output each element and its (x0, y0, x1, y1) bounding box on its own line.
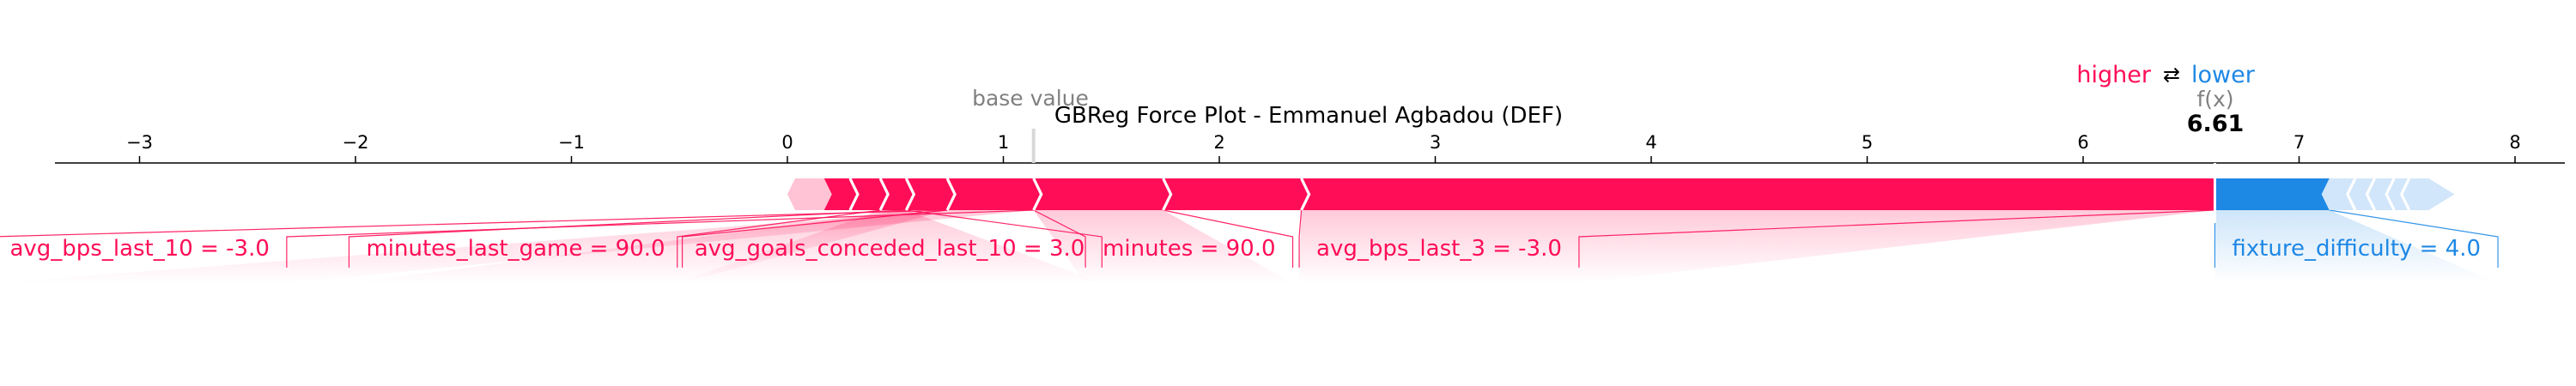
feature-label: avg_bps_last_10 = -3.0 (9, 236, 269, 262)
x-tick-label: 0 (781, 132, 793, 153)
x-tick-label: 4 (1645, 132, 1656, 153)
feature-label: avg_goals_conceded_last_10 = 3.0 (695, 236, 1085, 262)
feature-label: minutes = 90.0 (1103, 236, 1275, 262)
x-tick-label: 3 (1430, 132, 1441, 153)
legend: higher ⇄ lower (2076, 62, 2255, 88)
bar-positive (823, 178, 2215, 210)
x-tick-label: 8 (2509, 132, 2520, 153)
x-tick-label: 5 (1862, 132, 1873, 153)
x-tick-label: 7 (2293, 132, 2305, 153)
bar-negative (2215, 178, 2330, 210)
x-tick-label: −2 (343, 132, 369, 153)
feature-labels: avg_bps_last_10 = -3.0 minutes_last_game … (9, 236, 2481, 262)
x-tick-label: 2 (1213, 132, 1224, 153)
x-tick-label: 6 (2077, 132, 2088, 153)
x-tick-label: −1 (558, 132, 585, 153)
legend-lower: lower (2191, 62, 2256, 88)
feature-label: minutes_last_game = 90.0 (366, 236, 665, 262)
feature-label: avg_bps_last_3 = -3.0 (1316, 236, 1562, 262)
output-label: f(x) (2196, 87, 2233, 112)
output-value: 6.61 (2187, 111, 2245, 137)
legend-swap-arrow-icon: ⇄ (2163, 63, 2180, 87)
x-tick-label: −3 (126, 132, 153, 153)
legend-higher: higher (2076, 62, 2151, 88)
bar-segment-positive-faint (787, 178, 832, 210)
bar-segment-negative-faint (2321, 178, 2455, 210)
feature-label: fixture_difficulty = 4.0 (2232, 236, 2481, 262)
chart-title: GBReg Force Plot - Emmanuel Agbadou (DEF… (1054, 103, 1563, 129)
x-tick-label: 1 (998, 132, 1009, 153)
force-plot: higher ⇄ lower base value GBReg Force Pl… (0, 62, 2565, 283)
